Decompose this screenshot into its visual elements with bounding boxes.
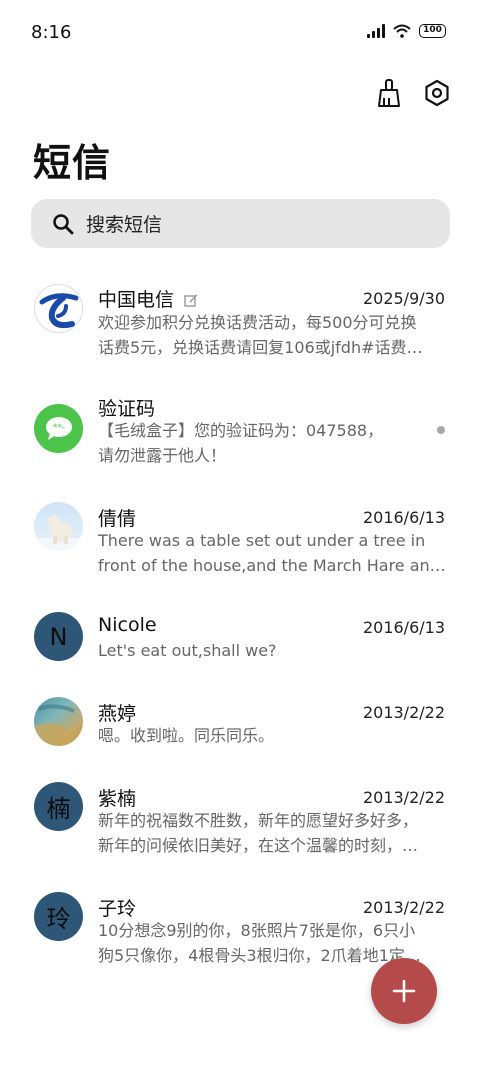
message-date: 2013/2/22 bbox=[362, 898, 445, 917]
contact-name: 紫楠 bbox=[98, 788, 137, 810]
signal-icon bbox=[367, 24, 385, 38]
avatar bbox=[34, 502, 83, 551]
message-date: 2016/6/13 bbox=[362, 618, 445, 637]
avatar: 玲 bbox=[34, 892, 83, 941]
message-date: 2025/9/30 bbox=[362, 289, 445, 308]
message-date: 2013/2/22 bbox=[362, 788, 445, 807]
broom-icon[interactable] bbox=[374, 78, 404, 108]
new-message-button[interactable] bbox=[371, 958, 437, 1024]
avatar bbox=[34, 697, 83, 746]
toolbar bbox=[374, 78, 452, 108]
contact-name: 燕婷 bbox=[98, 703, 137, 725]
message-date: 2016/6/13 bbox=[362, 508, 445, 527]
battery-icon: 100 bbox=[419, 24, 446, 38]
hexagon-settings-icon[interactable] bbox=[422, 78, 452, 108]
avatar: **- bbox=[34, 404, 83, 453]
conversation-row[interactable]: 燕婷 2013/2/22 嗯。收到啦。同乐同乐。 bbox=[0, 685, 480, 765]
message-preview: Let's eat out,shall we? bbox=[98, 641, 277, 660]
sms-bubble-icon: **- bbox=[45, 416, 72, 440]
avatar bbox=[34, 284, 83, 333]
landscape-photo-icon bbox=[34, 704, 83, 746]
contact-name: Nicole bbox=[98, 614, 157, 636]
search-icon bbox=[52, 213, 74, 235]
contact-name: 子玲 bbox=[98, 898, 137, 920]
contact-name: 倩倩 bbox=[98, 508, 137, 530]
avatar: 楠 bbox=[34, 782, 83, 831]
message-preview: 【毛绒盒子】您的验证码为：047588， 请勿泄露于他人！ bbox=[98, 421, 384, 465]
contact-name: 中国电信 bbox=[98, 285, 198, 312]
wifi-icon bbox=[393, 24, 411, 38]
status-time: 8:16 bbox=[31, 22, 72, 43]
message-preview: 新年的祝福数不胜数，新年的愿望好多好多， 新年的问候依旧美好，在这个温馨的时刻，… bbox=[98, 811, 419, 855]
draft-edit-icon bbox=[184, 294, 198, 307]
avatar: N bbox=[34, 612, 83, 661]
svg-text:**-: **- bbox=[52, 423, 64, 433]
contact-name: 验证码 bbox=[98, 398, 156, 420]
message-preview: 欢迎参加积分兑换话费活动，每500分可兑换 话费5元，兑换话费请回复106或jf… bbox=[98, 313, 423, 357]
china-telecom-logo-icon bbox=[39, 292, 78, 328]
conversation-row[interactable]: 倩倩 2016/6/13 There was a table set out u… bbox=[0, 490, 480, 590]
conversation-row[interactable]: 中国电信 2025/9/30 欢迎参加积分兑换话费活动，每500分可兑换 话费5… bbox=[0, 270, 480, 370]
message-date: 2013/2/22 bbox=[362, 703, 445, 722]
polar-bear-photo-icon bbox=[34, 515, 83, 551]
conversation-row[interactable]: N Nicole 2016/6/13 Let's eat out,shall w… bbox=[0, 600, 480, 680]
message-preview: 嗯。收到啦。同乐同乐。 bbox=[98, 726, 275, 745]
plus-icon bbox=[392, 979, 416, 1003]
page-title: 短信 bbox=[33, 141, 112, 185]
conversation-row[interactable]: **- 验证码 【毛绒盒子】您的验证码为：047588， 请勿泄露于他人！ bbox=[0, 380, 480, 480]
message-preview: There was a table set out under a tree i… bbox=[98, 531, 446, 575]
conversation-row[interactable]: 楠 紫楠 2013/2/22 新年的祝福数不胜数，新年的愿望好多好多， 新年的问… bbox=[0, 770, 480, 870]
search-input[interactable]: 搜索短信 bbox=[86, 210, 162, 237]
status-bar: 8:16 100 bbox=[0, 0, 480, 68]
status-icons: 100 bbox=[367, 24, 446, 38]
search-bar[interactable]: 搜索短信 bbox=[31, 199, 450, 248]
